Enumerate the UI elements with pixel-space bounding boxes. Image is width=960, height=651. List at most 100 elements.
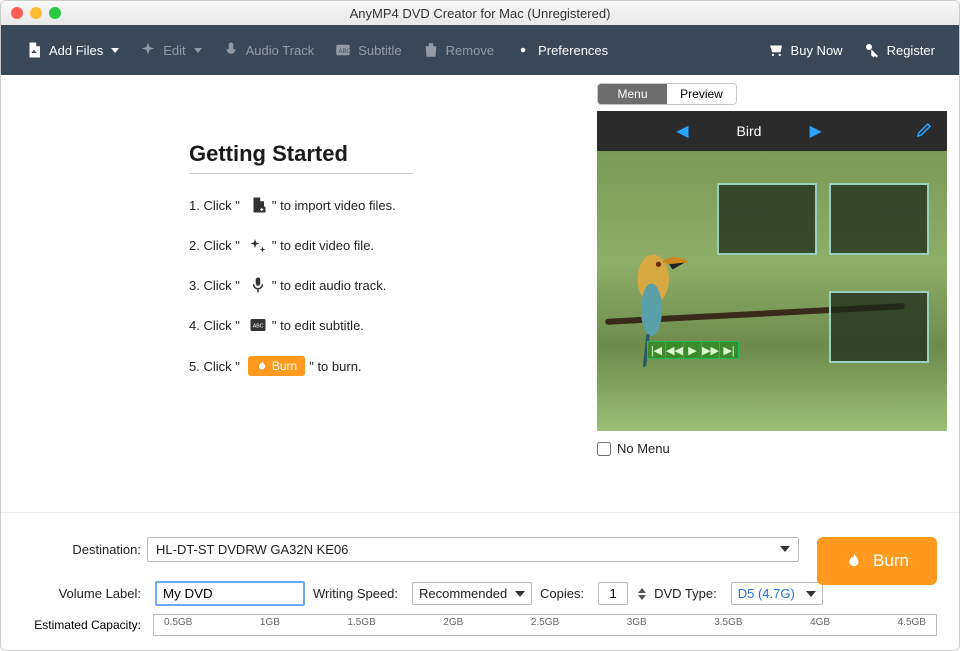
- register-label: Register: [887, 43, 935, 58]
- step-1: 1. Click " " to import video files.: [189, 196, 567, 214]
- preferences-label: Preferences: [538, 43, 608, 58]
- prev-template-button[interactable]: ◀: [676, 121, 688, 141]
- writing-speed-select[interactable]: Recommended: [412, 582, 532, 605]
- audio-track-label: Audio Track: [246, 43, 315, 58]
- menu-thumbnail-1[interactable]: [717, 183, 817, 255]
- key-icon: [863, 41, 881, 59]
- tick: 4.5GB: [898, 617, 926, 628]
- add-files-button[interactable]: Add Files: [15, 25, 129, 75]
- sparkle-icon: [248, 236, 268, 254]
- tick: 0.5GB: [164, 617, 192, 628]
- chevron-down-icon: [515, 591, 525, 597]
- dvd-type-value: D5 (4.7G): [738, 586, 795, 601]
- step-4: 4. Click " ABC " to edit subtitle.: [189, 316, 567, 334]
- playback-controls: |◀ ◀◀ ▶ ▶▶ ▶|: [647, 341, 739, 359]
- trash-icon: [422, 41, 440, 59]
- no-menu-checkbox-row[interactable]: No Menu: [597, 441, 947, 456]
- tick: 3.5GB: [714, 617, 742, 628]
- edit-label: Edit: [163, 43, 185, 58]
- remove-label: Remove: [446, 43, 494, 58]
- capacity-scale: 0.5GB 1GB 1.5GB 2GB 2.5GB 3GB 3.5GB 4GB …: [153, 614, 937, 636]
- svg-text:ABC: ABC: [339, 49, 352, 55]
- no-menu-checkbox[interactable]: [597, 442, 611, 456]
- window-minimize-button[interactable]: [30, 7, 42, 19]
- copies-label: Copies:: [540, 586, 584, 601]
- preferences-button[interactable]: Preferences: [504, 25, 618, 75]
- subtitle-icon: ABC: [334, 41, 352, 59]
- burn-chip: Burn: [248, 356, 305, 376]
- tick: 2GB: [443, 617, 463, 628]
- cart-icon: [767, 41, 785, 59]
- menu-thumbnail-2[interactable]: [829, 183, 929, 255]
- step-3: 3. Click " " to edit audio track.: [189, 276, 567, 294]
- gear-icon: [514, 41, 532, 59]
- chevron-down-icon: [111, 48, 119, 53]
- subtitle-icon: ABC: [248, 316, 268, 334]
- chevron-down-icon: [780, 546, 790, 552]
- edit-button[interactable]: Edit: [129, 25, 211, 75]
- volume-label-label: Volume Label:: [23, 586, 141, 601]
- chevron-down-icon: [806, 591, 816, 597]
- toolbar: Add Files Edit Audio Track ABC Subtitle …: [1, 25, 959, 75]
- tick: 1.5GB: [347, 617, 375, 628]
- edit-menu-button[interactable]: [901, 121, 947, 142]
- step-2: 2. Click " " to edit video file.: [189, 236, 567, 254]
- rewind-button[interactable]: ◀◀: [666, 342, 684, 358]
- file-add-icon: [248, 196, 268, 214]
- tick: 4GB: [810, 617, 830, 628]
- register-button[interactable]: Register: [853, 25, 945, 75]
- svg-text:ABC: ABC: [253, 323, 264, 329]
- window-close-button[interactable]: [11, 7, 23, 19]
- tick: 3GB: [627, 617, 647, 628]
- remove-button[interactable]: Remove: [412, 25, 504, 75]
- audio-track-button[interactable]: Audio Track: [212, 25, 325, 75]
- burn-button[interactable]: Burn: [817, 537, 937, 585]
- tab-menu[interactable]: Menu: [598, 84, 667, 104]
- dvd-type-label: DVD Type:: [654, 586, 717, 601]
- stepper-up-icon[interactable]: [638, 588, 646, 593]
- tick: 2.5GB: [531, 617, 559, 628]
- flame-icon: [845, 552, 863, 570]
- menu-preview: |◀ ◀◀ ▶ ▶▶ ▶|: [597, 151, 947, 431]
- subtitle-button[interactable]: ABC Subtitle: [324, 25, 411, 75]
- next-template-button[interactable]: ▶: [809, 121, 821, 141]
- menu-thumbnail-3[interactable]: [829, 291, 929, 363]
- sparkle-icon: [139, 41, 157, 59]
- buy-now-button[interactable]: Buy Now: [757, 25, 853, 75]
- estimated-capacity-label: Estimated Capacity:: [23, 618, 141, 632]
- stepper-down-icon[interactable]: [638, 595, 646, 600]
- window-title: AnyMP4 DVD Creator for Mac (Unregistered…: [350, 6, 611, 21]
- pencil-icon: [915, 121, 933, 139]
- getting-started-panel: Getting Started 1. Click " " to import v…: [1, 75, 597, 512]
- copies-input[interactable]: [598, 582, 628, 605]
- skip-forward-button[interactable]: ▶|: [720, 342, 738, 358]
- microphone-icon: [222, 41, 240, 59]
- destination-select[interactable]: HL-DT-ST DVDRW GA32N KE06: [147, 537, 799, 562]
- writing-speed-label: Writing Speed:: [313, 586, 398, 601]
- flame-icon: [256, 360, 268, 372]
- buy-now-label: Buy Now: [791, 43, 843, 58]
- menu-header: ◀ Bird ▶: [597, 111, 947, 151]
- destination-label: Destination:: [23, 542, 141, 557]
- file-add-icon: [25, 41, 43, 59]
- tick: 1GB: [260, 617, 280, 628]
- window-maximize-button[interactable]: [49, 7, 61, 19]
- copies-stepper[interactable]: [638, 588, 646, 600]
- preview-tabs: Menu Preview: [597, 83, 737, 105]
- no-menu-label: No Menu: [617, 441, 670, 456]
- chevron-down-icon: [194, 48, 202, 53]
- tab-preview[interactable]: Preview: [667, 84, 736, 104]
- burn-button-label: Burn: [873, 551, 909, 571]
- fast-forward-button[interactable]: ▶▶: [702, 342, 720, 358]
- step-5: 5. Click " Burn " to burn.: [189, 356, 567, 376]
- volume-label-input[interactable]: [155, 581, 305, 606]
- subtitle-label: Subtitle: [358, 43, 401, 58]
- destination-value: HL-DT-ST DVDRW GA32N KE06: [156, 542, 348, 557]
- add-files-label: Add Files: [49, 43, 103, 58]
- skip-back-button[interactable]: |◀: [648, 342, 666, 358]
- bottom-panel: Destination: HL-DT-ST DVDRW GA32N KE06 B…: [1, 512, 959, 650]
- menu-template-title: Bird: [737, 123, 762, 139]
- titlebar: AnyMP4 DVD Creator for Mac (Unregistered…: [1, 1, 959, 25]
- dvd-type-select[interactable]: D5 (4.7G): [731, 582, 823, 605]
- play-button[interactable]: ▶: [684, 342, 702, 358]
